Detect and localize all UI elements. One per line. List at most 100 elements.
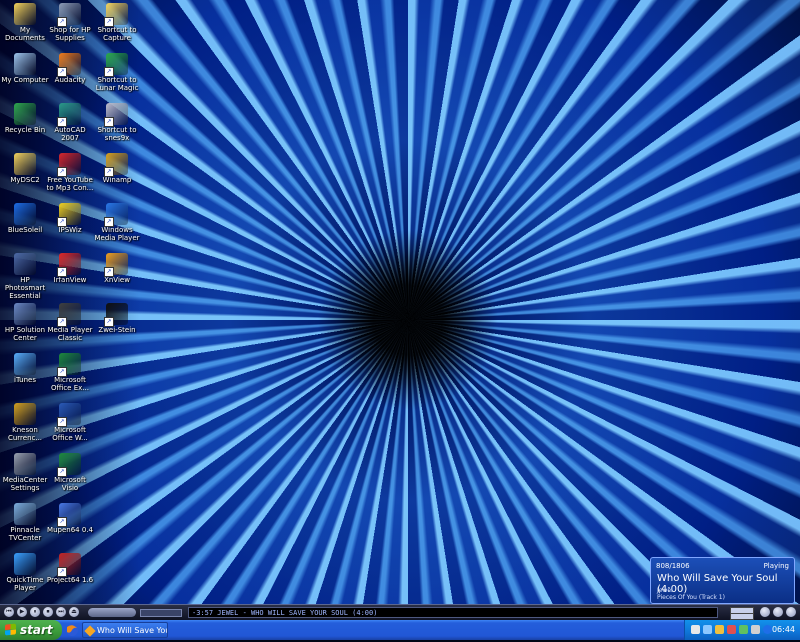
tray-status-icon[interactable]: [739, 625, 748, 634]
eject-icon[interactable]: ⏏: [69, 607, 79, 617]
desktop-icon-label: Shortcut to Capture: [97, 26, 137, 42]
bluetooth-icon: [14, 203, 36, 225]
clock: 06:44: [771, 625, 795, 634]
desktop-icon[interactable]: HP Photosmart Essential: [0, 252, 50, 300]
xnview-icon: ↗: [104, 253, 128, 277]
taskbar-button-winamp[interactable]: Who Will Save Your ...: [82, 622, 168, 638]
desktop-icon[interactable]: ↗ Shop for HP Supplies: [45, 2, 95, 50]
playback-status: Playing: [763, 562, 789, 570]
desktop-icon-label: HP Solution Center: [4, 326, 46, 342]
lunar-magic-icon: ↗: [104, 53, 128, 77]
winamp-minimize-icon[interactable]: [773, 607, 783, 617]
desktop-icon[interactable]: ↗ Shortcut to Capture: [92, 2, 142, 50]
desktop-icon[interactable]: ↗ IPSWiz: [45, 202, 95, 250]
volume-slider[interactable]: [140, 609, 182, 617]
radiation-icon: ↗: [57, 203, 81, 227]
desktop-icon[interactable]: ↗ Audacity: [45, 52, 95, 100]
track-album: Pieces Of You (Track 1): [657, 594, 725, 601]
recycle-bin-icon: [14, 103, 36, 125]
desktop-icon[interactable]: My Computer: [0, 52, 50, 100]
snes9x-icon: ↗: [104, 103, 128, 127]
desktop-icon[interactable]: ↗ AutoCAD 2007: [45, 102, 95, 150]
shortcut-arrow-icon: ↗: [104, 267, 114, 277]
shortcut-arrow-icon: ↗: [57, 367, 67, 377]
desktop-icon[interactable]: Recycle Bin: [0, 102, 50, 150]
shortcut-arrow-icon: ↗: [57, 317, 67, 327]
tray-bluetooth-icon[interactable]: [763, 625, 772, 634]
tray-app-icon[interactable]: [691, 625, 700, 634]
shortcut-arrow-icon: ↗: [104, 317, 114, 327]
desktop-icon[interactable]: MediaCenter Settings: [0, 452, 50, 500]
seek-slider[interactable]: [88, 608, 136, 617]
desktop-icon-label: Winamp: [102, 176, 132, 184]
youtube-mp3-icon: ↗: [57, 153, 81, 177]
play-icon[interactable]: ▶: [17, 607, 27, 617]
desktop-icon-label: Free YouTube to Mp3 Con...: [46, 176, 94, 192]
desktop-icon[interactable]: HP Solution Center: [0, 302, 50, 350]
desktop-icon[interactable]: ↗ Project64 1.6: [45, 552, 95, 600]
now-playing-notification: 808/1806 Playing Who Will Save Your Soul…: [650, 557, 795, 604]
song-ticker: -3:57 JEWEL - WHO WILL SAVE YOUR SOUL (4…: [188, 607, 718, 618]
desktop-icon[interactable]: ↗ Microsoft Office Ex...: [45, 352, 95, 400]
desktop-icon-label: Microsoft Office W...: [52, 426, 88, 442]
start-label: start: [20, 623, 53, 637]
winamp-toolbar: ⏮ ▶ ⏸ ⏹ ⏭ ⏏ -3:57 JEWEL - WHO WILL SAVE …: [0, 604, 800, 621]
project64-icon: ↗: [57, 553, 81, 577]
desktop-icon[interactable]: Pinnacle TVCenter: [0, 502, 50, 550]
stop-icon[interactable]: ⏹: [43, 607, 53, 617]
tray-security-icon[interactable]: [727, 625, 736, 634]
visio-icon: ↗: [57, 453, 81, 477]
shortcut-arrow-icon: ↗: [57, 417, 67, 427]
hp-solution-center-icon: [14, 303, 36, 325]
desktop-icon-label: Recycle Bin: [4, 126, 46, 134]
desktop-icon[interactable]: QuickTime Player: [0, 552, 50, 600]
shortcut-arrow-icon: ↗: [104, 117, 114, 127]
shortcut-arrow-icon: ↗: [57, 167, 67, 177]
desktop-icon[interactable]: ↗ Microsoft Office W...: [45, 402, 95, 450]
tray-network-icon[interactable]: [703, 625, 712, 634]
desktop-icon[interactable]: ↗ Shortcut to snes9x: [92, 102, 142, 150]
winamp-close-icon[interactable]: [786, 607, 796, 617]
desktop-icon[interactable]: ↗ Windows Media Player: [92, 202, 142, 250]
shortcut-arrow-icon: ↗: [57, 67, 67, 77]
excel-icon: ↗: [57, 353, 81, 377]
desktop-icon[interactable]: ↗ Free YouTube to Mp3 Con...: [45, 152, 95, 200]
desktop-icon[interactable]: My Documents: [0, 2, 50, 50]
desktop-icon[interactable]: ↗ Winamp: [92, 152, 142, 200]
irfanview-icon: ↗: [57, 253, 81, 277]
desktop-icon-label: QuickTime Player: [6, 576, 44, 592]
start-button[interactable]: start: [0, 620, 62, 640]
desktop-icon-label: Shortcut to Lunar Magic: [95, 76, 139, 92]
desktop-icon[interactable]: ↗ Mupen64 0.4: [45, 502, 95, 550]
desktop-icon[interactable]: ↗ XnView: [92, 252, 142, 300]
desktop-icon[interactable]: ↗ Microsoft Visio: [45, 452, 95, 500]
desktop-icon[interactable]: Kneson Currenc...: [0, 402, 50, 450]
desktop-icon-label: My Computer: [1, 76, 49, 84]
tray-alert-icon[interactable]: [715, 625, 724, 634]
desktop-icon[interactable]: ↗ Media Player Classic: [45, 302, 95, 350]
shortcut-arrow-icon: ↗: [104, 167, 114, 177]
pause-icon[interactable]: ⏸: [30, 607, 40, 617]
shortcut-arrow-icon: ↗: [57, 217, 67, 227]
previous-track-icon[interactable]: ⏮: [4, 607, 14, 617]
system-tray: 06:44: [684, 620, 800, 640]
desktop-icon[interactable]: iTunes: [0, 352, 50, 400]
folder-icon: [14, 153, 36, 175]
desktop-icon-label: Audacity: [54, 76, 86, 84]
desktop-icon-label: Shortcut to snes9x: [97, 126, 137, 142]
desktop-icon-label: My Documents: [5, 26, 45, 42]
desktop-icon[interactable]: ↗ Shortcut to Lunar Magic: [92, 52, 142, 100]
desktop-icon[interactable]: ↗ Zwei-Stein: [92, 302, 142, 350]
track-title: Who Will Save Your Soul (4:00): [657, 573, 778, 595]
quicktime-icon: [14, 553, 36, 575]
next-track-icon[interactable]: ⏭: [56, 607, 66, 617]
desktop-icon[interactable]: MyDSC2: [0, 152, 50, 200]
desktop-icon[interactable]: ↗ IrfanView: [45, 252, 95, 300]
desktop-icon[interactable]: BlueSoleil: [0, 202, 50, 250]
media-player-classic-icon: ↗: [57, 303, 81, 327]
winamp-menu-icon[interactable]: [760, 607, 770, 617]
winamp-mini-display-2: [730, 613, 754, 620]
quick-launch-firefox-icon[interactable]: [64, 623, 80, 637]
shortcut-arrow-icon: ↗: [57, 267, 67, 277]
tray-volume-icon[interactable]: [751, 625, 760, 634]
